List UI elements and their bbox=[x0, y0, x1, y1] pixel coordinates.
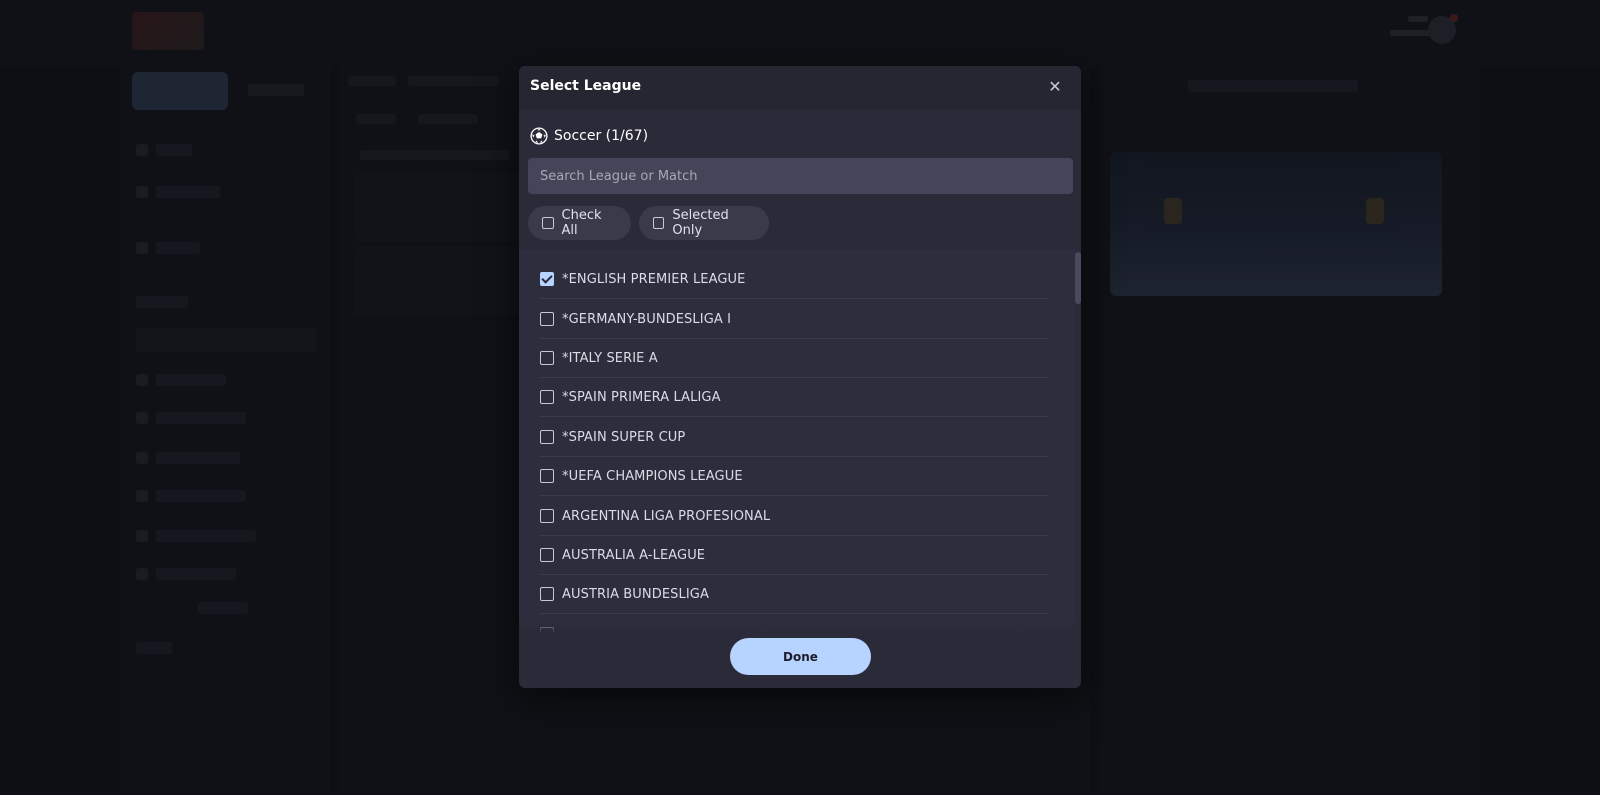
league-label: *ITALY SERIE A bbox=[562, 350, 658, 366]
checkbox-icon[interactable] bbox=[540, 430, 554, 444]
league-label: *UEFA CHAMPIONS LEAGUE bbox=[562, 468, 743, 484]
checkbox-icon[interactable] bbox=[540, 509, 554, 523]
league-list[interactable]: *ENGLISH PREMIER LEAGUE *GERMANY-BUNDESL… bbox=[519, 250, 1081, 634]
league-item[interactable]: *SPAIN SUPER CUP bbox=[539, 418, 1048, 457]
scrollbar-thumb[interactable] bbox=[1075, 252, 1081, 304]
checkbox-icon[interactable] bbox=[540, 312, 554, 326]
close-icon: ✕ bbox=[1048, 79, 1062, 96]
search-input[interactable] bbox=[528, 158, 1073, 194]
checkbox-icon[interactable] bbox=[540, 587, 554, 601]
checkbox-checked-icon[interactable] bbox=[540, 272, 554, 286]
league-item[interactable]: *ITALY SERIE A bbox=[539, 339, 1048, 378]
checkbox-icon[interactable] bbox=[540, 548, 554, 562]
selected-only-toggle[interactable]: Selected Only bbox=[639, 206, 769, 240]
sport-header: Soccer (1/67) bbox=[530, 125, 648, 147]
league-label: AUSTRALIA A-LEAGUE bbox=[562, 547, 706, 563]
checkbox-icon[interactable] bbox=[540, 390, 554, 404]
soccer-ball-icon bbox=[530, 127, 548, 145]
done-button[interactable]: Done bbox=[730, 638, 871, 675]
league-item[interactable]: *ENGLISH PREMIER LEAGUE bbox=[539, 260, 1048, 299]
modal-header: Select League ✕ bbox=[519, 66, 1081, 110]
league-item[interactable]: AUSTRALIA A-LEAGUE bbox=[539, 536, 1048, 575]
league-item[interactable]: AUSTRIA BUNDESLIGA bbox=[539, 575, 1048, 614]
checkbox-icon bbox=[653, 217, 665, 229]
league-item[interactable]: *UEFA CHAMPIONS LEAGUE bbox=[539, 457, 1048, 496]
select-league-modal: Select League ✕ Soccer (1/67) Check All bbox=[519, 66, 1081, 688]
league-label: *GERMANY-BUNDESLIGA I bbox=[562, 311, 732, 327]
league-label: AUSTRIA BUNDESLIGA bbox=[562, 586, 709, 602]
league-label: *SPAIN SUPER CUP bbox=[562, 429, 686, 445]
check-all-toggle[interactable]: Check All bbox=[528, 206, 631, 240]
sport-label: Soccer (1/67) bbox=[554, 128, 649, 144]
checkbox-icon bbox=[542, 217, 554, 229]
check-all-label: Check All bbox=[561, 208, 602, 238]
league-label: *ENGLISH PREMIER LEAGUE bbox=[562, 271, 746, 287]
search-box bbox=[528, 158, 1073, 194]
league-item[interactable]: *SPAIN PRIMERA LALIGA bbox=[539, 378, 1048, 417]
selected-only-label: Selected Only bbox=[672, 208, 729, 238]
league-item[interactable]: *GERMANY-BUNDESLIGA I bbox=[539, 300, 1048, 339]
checkbox-icon[interactable] bbox=[540, 351, 554, 365]
list-scrollbar[interactable] bbox=[1075, 250, 1081, 634]
close-button[interactable]: ✕ bbox=[1043, 76, 1067, 100]
modal-title: Select League bbox=[530, 78, 642, 94]
league-label: *SPAIN PRIMERA LALIGA bbox=[562, 389, 721, 405]
checkbox-icon[interactable] bbox=[540, 469, 554, 483]
league-item[interactable]: ARGENTINA LIGA PROFESIONAL bbox=[539, 497, 1048, 536]
league-label: ARGENTINA LIGA PROFESIONAL bbox=[562, 508, 771, 524]
